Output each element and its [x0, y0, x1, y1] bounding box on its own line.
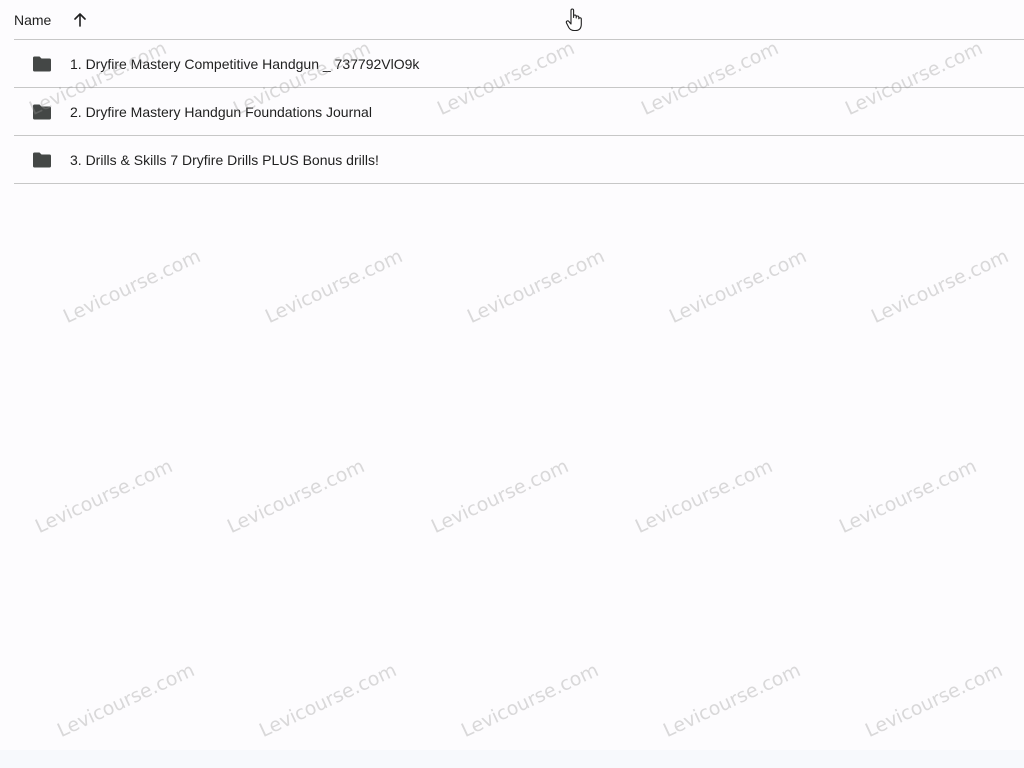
folder-row[interactable]: 1. Dryfire Mastery Competitive Handgun _…: [14, 40, 1024, 88]
watermark: Levicourse.com: [54, 659, 198, 742]
file-list: Name 1. Dryfire Mastery Competitive Hand…: [14, 0, 1024, 184]
folder-icon: [32, 56, 52, 72]
watermark: Levicourse.com: [32, 455, 176, 538]
watermark: Levicourse.com: [862, 659, 1006, 742]
watermark: Levicourse.com: [458, 659, 602, 742]
bottom-strip: [0, 750, 1024, 768]
watermark: Levicourse.com: [836, 455, 980, 538]
watermark: Levicourse.com: [262, 245, 406, 328]
watermark: Levicourse.com: [256, 659, 400, 742]
watermark: Levicourse.com: [660, 659, 804, 742]
watermark: Levicourse.com: [60, 245, 204, 328]
arrow-up-icon[interactable]: [73, 12, 87, 28]
watermark: Levicourse.com: [868, 245, 1012, 328]
watermark: Levicourse.com: [428, 455, 572, 538]
folder-name[interactable]: 3. Drills & Skills 7 Dryfire Drills PLUS…: [70, 152, 379, 168]
watermark: Levicourse.com: [632, 455, 776, 538]
file-list-page: Name 1. Dryfire Mastery Competitive Hand…: [0, 0, 1024, 768]
list-header: Name: [14, 0, 1024, 40]
folder-row[interactable]: 2. Dryfire Mastery Handgun Foundations J…: [14, 88, 1024, 136]
name-column-header[interactable]: Name: [14, 12, 51, 28]
watermark: Levicourse.com: [464, 245, 608, 328]
folder-name[interactable]: 2. Dryfire Mastery Handgun Foundations J…: [70, 104, 372, 120]
watermark: Levicourse.com: [224, 455, 368, 538]
folder-icon: [32, 152, 52, 168]
folder-icon: [32, 104, 52, 120]
folder-name[interactable]: 1. Dryfire Mastery Competitive Handgun _…: [70, 56, 419, 72]
watermark: Levicourse.com: [666, 245, 810, 328]
hand-pointer-icon: [565, 8, 583, 32]
folder-row[interactable]: 3. Drills & Skills 7 Dryfire Drills PLUS…: [14, 136, 1024, 184]
